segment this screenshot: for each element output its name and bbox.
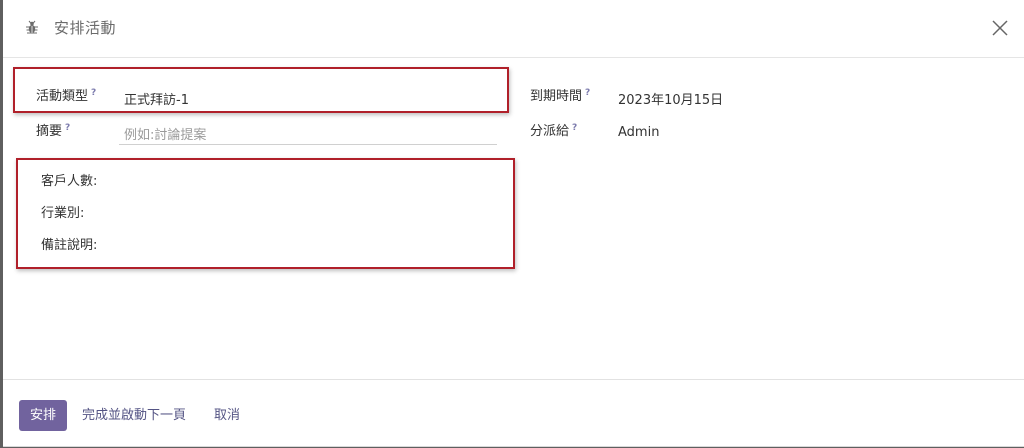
summary-help-icon[interactable]: ? (65, 123, 70, 133)
assigned-to-label-text: 分派給 (530, 124, 570, 139)
activity-type-help-icon[interactable]: ? (91, 88, 96, 98)
summary-label: 摘要? (36, 120, 70, 139)
notes-label: 備註說明: (41, 238, 98, 253)
schedule-activity-dialog: 安排活動 活動類型? 正式拜訪-1 摘要? 例如:討論提案 到期時間? 2023… (3, 0, 1024, 447)
activity-type-label-text: 活動類型 (36, 89, 89, 104)
summary-input[interactable]: 例如:討論提案 (124, 124, 206, 143)
close-icon[interactable] (989, 17, 1011, 39)
cancel-button[interactable]: 取消 (214, 400, 240, 431)
due-date-help-icon[interactable]: ? (585, 88, 590, 98)
dialog-footer: 安排 完成並啟動下一頁 取消 (3, 379, 1024, 447)
schedule-button[interactable]: 安排 (19, 400, 67, 431)
customer-count-label: 客戶人數: (41, 174, 98, 189)
bug-icon (26, 20, 38, 34)
assigned-to-help-icon[interactable]: ? (572, 123, 577, 133)
assigned-to-label: 分派給? (530, 120, 577, 139)
summary-input-underline (119, 144, 497, 145)
activity-type-field[interactable]: 正式拜訪-1 (124, 89, 189, 108)
done-and-schedule-next-button[interactable]: 完成並啟動下一頁 (82, 400, 186, 431)
industry-label: 行業別: (41, 206, 85, 221)
due-date-label: 到期時間? (530, 85, 590, 104)
due-date-field[interactable]: 2023年10月15日 (618, 89, 723, 108)
dialog-title: 安排活動 (54, 19, 117, 37)
due-date-label-text: 到期時間 (530, 89, 583, 104)
assigned-to-field[interactable]: Admin (618, 125, 659, 140)
activity-type-label: 活動類型? (36, 85, 96, 104)
dialog-header: 安排活動 (3, 0, 1024, 58)
summary-label-text: 摘要 (36, 124, 63, 139)
